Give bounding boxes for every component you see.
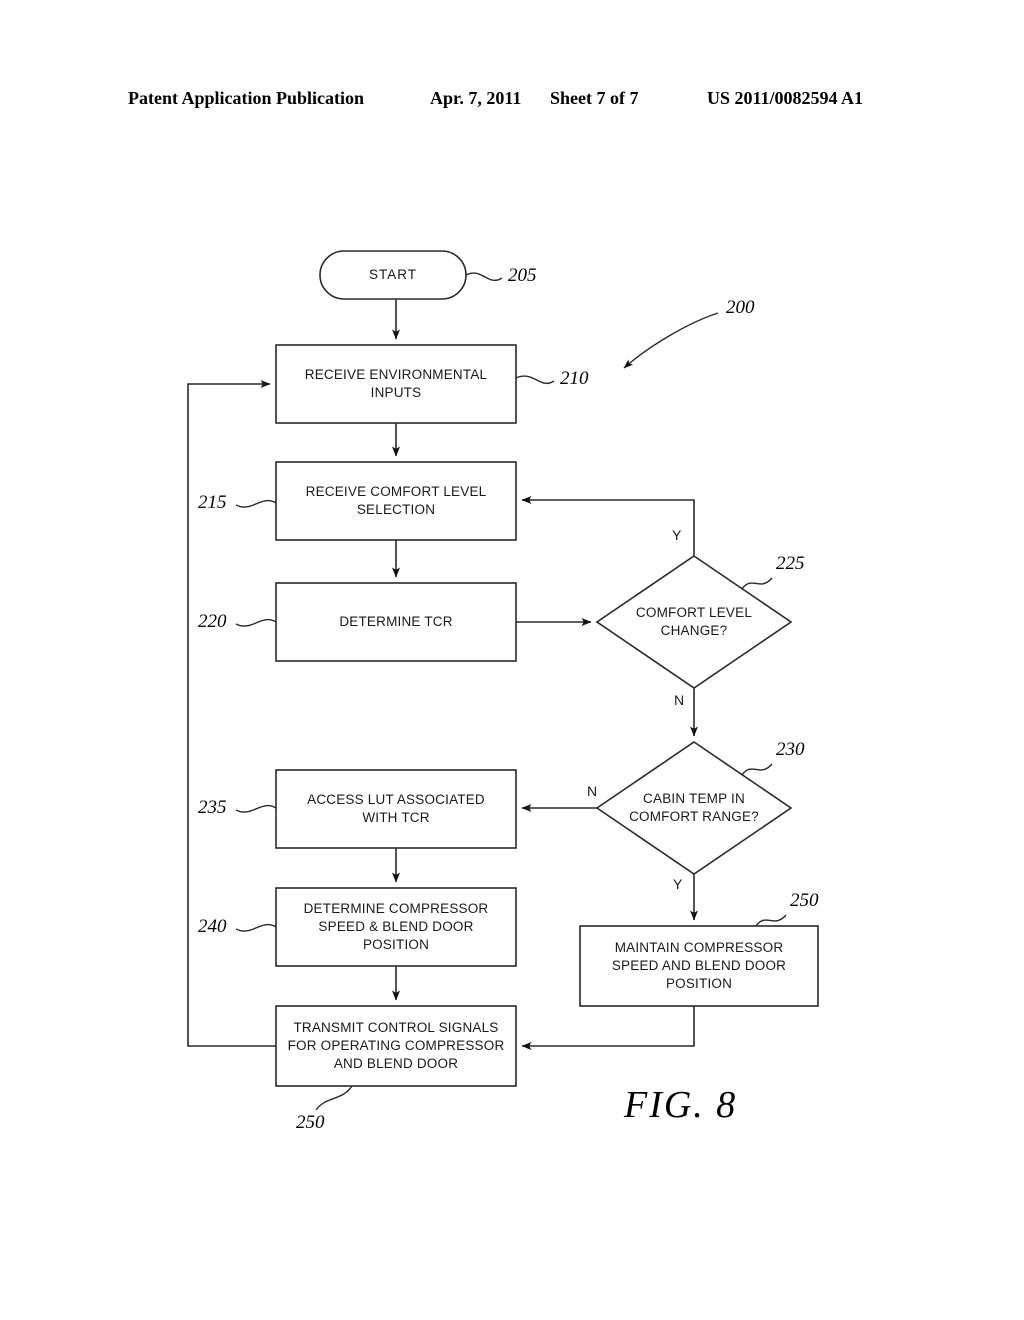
leader-235 — [235, 804, 277, 813]
branch-label-cabin-temp-no: N — [587, 783, 598, 799]
leader-205 — [465, 272, 503, 281]
ref-numeral-250-transmit: 250 — [296, 1112, 325, 1133]
ref-numeral-200: 200 — [726, 297, 755, 318]
ref-numeral-240: 240 — [198, 916, 227, 937]
branch-label-comfort-change-no: N — [674, 692, 685, 708]
ref-numeral-215: 215 — [198, 492, 227, 513]
flowchart-diagram — [0, 0, 1024, 1320]
leader-250-maintain — [755, 914, 787, 927]
branch-label-cabin-temp-yes: Y — [673, 876, 683, 892]
ref-numeral-210: 210 — [560, 368, 589, 389]
shape-230 — [595, 741, 793, 875]
leader-210 — [515, 375, 555, 384]
shape-235 — [275, 769, 517, 849]
leader-215 — [235, 499, 277, 508]
branch-label-comfort-change-yes: Y — [672, 527, 682, 543]
leader-240 — [235, 923, 277, 932]
ref-numeral-250-maintain: 250 — [790, 890, 819, 911]
figure-caption: FIG. 8 — [624, 1084, 738, 1126]
leader-200 — [623, 312, 719, 369]
shape-220 — [275, 582, 517, 662]
conn-feedback-loop — [187, 380, 276, 1047]
leader-250-transmit — [315, 1085, 353, 1111]
conn-250-maintain-to-transmit — [521, 1006, 695, 1050]
shape-250-transmit — [275, 1005, 517, 1087]
ref-numeral-205: 205 — [508, 265, 537, 286]
shape-250-maintain — [579, 925, 819, 1007]
shape-215 — [275, 461, 517, 541]
shape-start — [319, 250, 467, 300]
leader-225 — [741, 577, 773, 590]
ref-numeral-220: 220 — [198, 611, 227, 632]
leader-220 — [235, 618, 277, 627]
ref-numeral-225: 225 — [776, 553, 805, 574]
leader-230 — [741, 763, 773, 776]
ref-numeral-230: 230 — [776, 739, 805, 760]
ref-numeral-235: 235 — [198, 797, 227, 818]
conn-225-yes-to-215 — [521, 496, 695, 556]
shape-225 — [595, 555, 793, 689]
shape-210 — [275, 344, 517, 424]
shape-240 — [275, 887, 517, 967]
